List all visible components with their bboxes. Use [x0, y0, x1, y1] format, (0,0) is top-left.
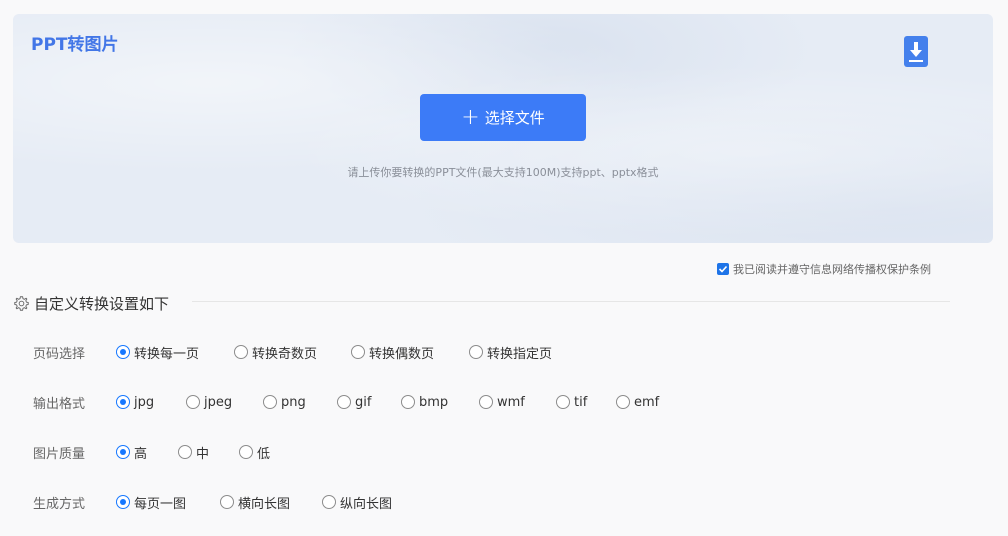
- radio-circle: [351, 345, 365, 359]
- radio-circle: [220, 495, 234, 509]
- upload-hint: 请上传你要转换的PPT文件(最大支持100M)支持ppt、pptx格式: [347, 166, 659, 179]
- radio-format-gif[interactable]: gif: [337, 392, 371, 412]
- select-file-label: 选择文件: [484, 109, 545, 127]
- select-file-button[interactable]: + 选择文件: [420, 94, 586, 141]
- radio-format-png[interactable]: png: [263, 392, 306, 412]
- row-label: 输出格式: [33, 396, 86, 412]
- check-icon: [718, 265, 728, 273]
- gear-icon: [14, 296, 29, 311]
- radio-circle: [116, 445, 130, 459]
- radio-quality-low[interactable]: 低: [239, 442, 270, 462]
- image-quality-row: 图片质量 高 中 低: [33, 442, 333, 462]
- agreement: 我已阅读并遵守信息网络传播权保护条例: [717, 261, 931, 277]
- radio-circle: [556, 395, 570, 409]
- radio-circle: [322, 495, 336, 509]
- agreement-checkbox[interactable]: [717, 263, 729, 275]
- radio-format-jpg[interactable]: jpg: [116, 392, 154, 412]
- upload-panel[interactable]: PPT转图片 + 选择文件 请上传你要转换的PPT文件(最大支持100M)支持p…: [13, 14, 993, 243]
- radio-circle: [116, 395, 130, 409]
- agreement-label[interactable]: 我已阅读并遵守信息网络传播权保护条例: [733, 261, 931, 277]
- radio-circle: [116, 345, 130, 359]
- radio-format-bmp[interactable]: bmp: [401, 392, 448, 412]
- radio-circle: [616, 395, 630, 409]
- radio-circle: [263, 395, 277, 409]
- radio-horizontal-long-image[interactable]: 横向长图: [220, 492, 290, 512]
- radio-circle: [239, 445, 253, 459]
- radio-convert-every-page[interactable]: 转换每一页: [116, 342, 199, 362]
- radio-circle: [479, 395, 493, 409]
- plus-icon: +: [461, 104, 480, 130]
- output-format-row: 输出格式 jpg jpeg png gif bmp wmf tif emf: [33, 392, 693, 412]
- generation-mode-row: 生成方式 每页一图 横向长图 纵向长图: [33, 492, 453, 512]
- radio-format-tif[interactable]: tif: [556, 392, 587, 412]
- radio-convert-even-pages[interactable]: 转换偶数页: [351, 342, 434, 362]
- divider: [192, 301, 950, 302]
- row-label: 页码选择: [33, 346, 86, 362]
- radio-circle: [469, 345, 483, 359]
- radio-quality-high[interactable]: 高: [116, 442, 147, 462]
- radio-convert-specified-pages[interactable]: 转换指定页: [469, 342, 552, 362]
- radio-circle: [186, 395, 200, 409]
- radio-format-wmf[interactable]: wmf: [479, 392, 525, 412]
- row-label: 生成方式: [33, 496, 86, 512]
- radio-circle: [116, 495, 130, 509]
- page-title: PPT转图片: [31, 35, 119, 55]
- radio-quality-medium[interactable]: 中: [178, 442, 209, 462]
- radio-format-emf[interactable]: emf: [616, 392, 659, 412]
- radio-circle: [178, 445, 192, 459]
- settings-title: 自定义转换设置如下: [34, 295, 170, 313]
- radio-circle: [401, 395, 415, 409]
- radio-one-image-per-page[interactable]: 每页一图: [116, 492, 186, 512]
- radio-convert-odd-pages[interactable]: 转换奇数页: [234, 342, 317, 362]
- radio-circle: [337, 395, 351, 409]
- row-label: 图片质量: [33, 446, 86, 462]
- radio-vertical-long-image[interactable]: 纵向长图: [322, 492, 392, 512]
- radio-circle: [234, 345, 248, 359]
- page-selection-row: 页码选择 转换每一页 转换奇数页 转换偶数页 转换指定页: [33, 342, 593, 362]
- settings-header: 自定义转换设置如下: [13, 293, 169, 314]
- download-button[interactable]: [904, 36, 928, 67]
- download-icon: [909, 42, 923, 62]
- radio-format-jpeg[interactable]: jpeg: [186, 392, 232, 412]
